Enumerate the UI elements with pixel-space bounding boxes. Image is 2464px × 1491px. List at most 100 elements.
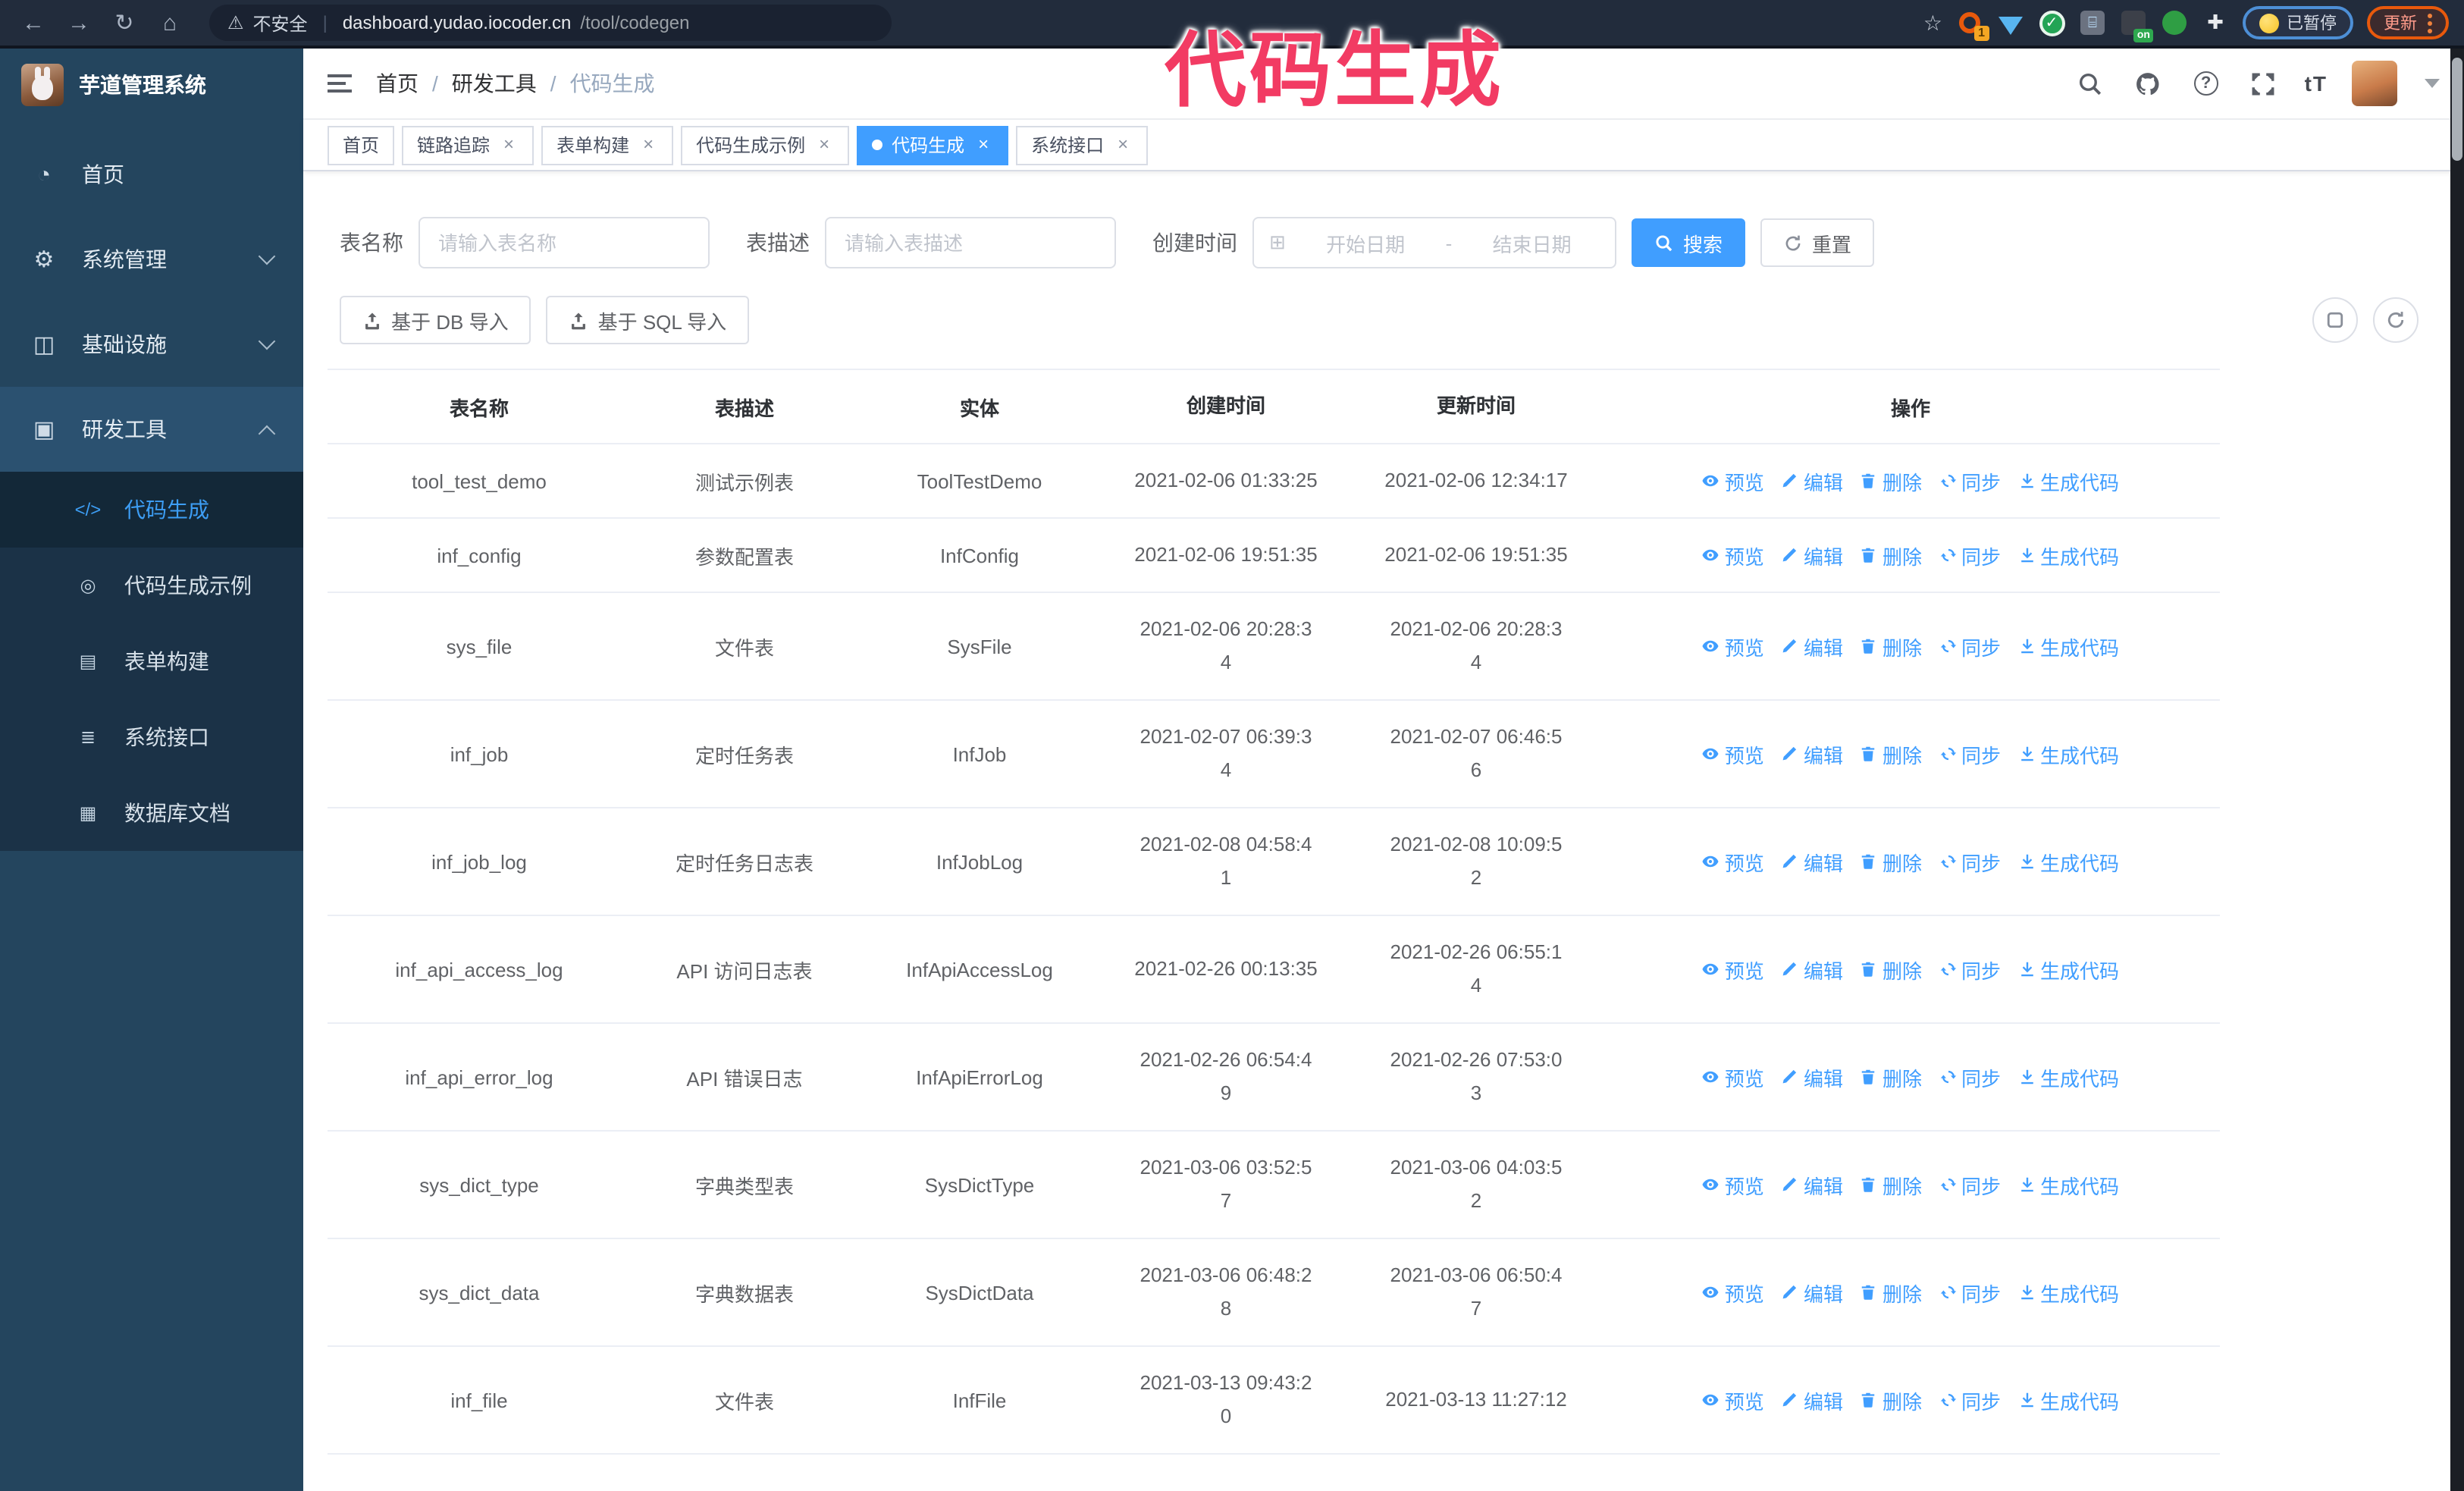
bookmark-star-icon[interactable]: ☆: [1923, 10, 1942, 36]
tab-trace[interactable]: 链路追踪 ×: [402, 125, 534, 165]
fullscreen-icon[interactable]: [2247, 67, 2281, 100]
row-action-sync[interactable]: 同步: [1939, 1386, 2001, 1414]
close-icon[interactable]: ×: [1113, 135, 1133, 155]
row-action-delete[interactable]: 删除: [1860, 1170, 1922, 1199]
table-desc-input[interactable]: [825, 217, 1116, 268]
row-action-delete[interactable]: 删除: [1860, 466, 1922, 495]
date-range-picker[interactable]: ⊞ 开始日期 - 结束日期: [1252, 217, 1616, 268]
row-action-edit[interactable]: 编辑: [1781, 1278, 1843, 1307]
db-import-button[interactable]: 基于 DB 导入: [340, 296, 531, 344]
close-icon[interactable]: ×: [814, 135, 834, 155]
row-action-generate[interactable]: 生成代码: [2017, 466, 2119, 495]
row-action-generate[interactable]: 生成代码: [2017, 1278, 2119, 1307]
row-action-preview[interactable]: 预览: [1702, 739, 1764, 768]
sidebar-item-home[interactable]: ◔ 首页: [0, 132, 303, 217]
avatar-dropdown-icon[interactable]: [2425, 79, 2440, 88]
refresh-icon[interactable]: [2373, 297, 2419, 343]
row-action-generate[interactable]: 生成代码: [2017, 739, 2119, 768]
paused-extension-pill[interactable]: 已暂停: [2243, 6, 2353, 39]
row-action-sync[interactable]: 同步: [1939, 466, 2001, 495]
browser-home-icon[interactable]: ⌂: [152, 5, 188, 41]
row-action-preview[interactable]: 预览: [1702, 632, 1764, 661]
search-button[interactable]: 搜索: [1632, 218, 1746, 267]
sidebar-item-codegen[interactable]: </> 代码生成: [0, 472, 303, 548]
breadcrumb-home[interactable]: 首页: [376, 68, 419, 99]
row-action-delete[interactable]: 删除: [1860, 1386, 1922, 1414]
row-action-sync[interactable]: 同步: [1939, 739, 2001, 768]
app-logo[interactable]: 芋道管理系统: [0, 49, 303, 120]
row-action-preview[interactable]: 预览: [1702, 1063, 1764, 1091]
row-action-generate[interactable]: 生成代码: [2017, 1386, 2119, 1414]
row-action-edit[interactable]: 编辑: [1781, 466, 1843, 495]
row-action-sync[interactable]: 同步: [1939, 1170, 2001, 1199]
table-name-input[interactable]: [419, 217, 710, 268]
font-size-icon[interactable]: tT: [2305, 71, 2328, 96]
row-action-sync[interactable]: 同步: [1939, 847, 2001, 876]
row-action-preview[interactable]: 预览: [1702, 847, 1764, 876]
row-action-sync[interactable]: 同步: [1939, 955, 2001, 984]
tab-home[interactable]: 首页: [328, 125, 395, 165]
address-bar[interactable]: ⚠ 不安全 | dashboard.yudao.iocoder.cn/tool/…: [209, 5, 892, 41]
row-action-preview[interactable]: 预览: [1702, 955, 1764, 984]
row-action-delete[interactable]: 删除: [1860, 1278, 1922, 1307]
toggle-search-icon[interactable]: [2312, 297, 2358, 343]
sidebar-item-system[interactable]: ⚙ 系统管理: [0, 217, 303, 302]
extension-columns-icon[interactable]: ⌸: [2079, 9, 2106, 36]
extension-check-icon[interactable]: ✓: [2038, 9, 2065, 36]
row-action-edit[interactable]: 编辑: [1781, 847, 1843, 876]
row-action-delete[interactable]: 删除: [1860, 632, 1922, 661]
breadcrumb-devtools[interactable]: 研发工具: [452, 68, 537, 99]
extension-frog-icon[interactable]: [2161, 9, 2188, 36]
tab-codegen[interactable]: 代码生成 ×: [857, 125, 1009, 165]
tab-system-api[interactable]: 系统接口 ×: [1016, 125, 1149, 165]
extension-orange-icon[interactable]: 1: [1956, 9, 1989, 41]
row-action-generate[interactable]: 生成代码: [2017, 955, 2119, 984]
extensions-puzzle-icon[interactable]: ✚: [2202, 9, 2229, 36]
row-action-edit[interactable]: 编辑: [1781, 1386, 1843, 1414]
row-action-edit[interactable]: 编辑: [1781, 955, 1843, 984]
close-icon[interactable]: ×: [638, 135, 658, 155]
row-action-preview[interactable]: 预览: [1702, 1278, 1764, 1307]
sql-import-button[interactable]: 基于 SQL 导入: [546, 296, 750, 344]
row-action-delete[interactable]: 删除: [1860, 739, 1922, 768]
sidebar-item-form-builder[interactable]: ▤ 表单构建: [0, 623, 303, 699]
row-action-preview[interactable]: 预览: [1702, 1170, 1764, 1199]
row-action-generate[interactable]: 生成代码: [2017, 541, 2119, 570]
github-icon[interactable]: [2132, 67, 2165, 100]
extension-on-icon[interactable]: on: [2120, 9, 2153, 42]
sidebar-item-codegen-example[interactable]: ◎ 代码生成示例: [0, 548, 303, 623]
close-icon[interactable]: ×: [499, 135, 519, 155]
reset-button[interactable]: 重置: [1760, 218, 1875, 267]
sidebar-item-system-api[interactable]: ≣ 系统接口: [0, 699, 303, 775]
row-action-delete[interactable]: 删除: [1860, 847, 1922, 876]
sidebar-collapse-icon[interactable]: [303, 48, 376, 119]
row-action-edit[interactable]: 编辑: [1781, 541, 1843, 570]
browser-reload-icon[interactable]: ↻: [106, 5, 143, 41]
row-action-sync[interactable]: 同步: [1939, 1063, 2001, 1091]
row-action-delete[interactable]: 删除: [1860, 541, 1922, 570]
sidebar-item-infra[interactable]: ◫ 基础设施: [0, 302, 303, 387]
browser-back-icon[interactable]: ←: [15, 5, 52, 41]
row-action-generate[interactable]: 生成代码: [2017, 1170, 2119, 1199]
browser-forward-icon[interactable]: →: [61, 5, 97, 41]
sidebar-item-devtools[interactable]: ▣ 研发工具: [0, 387, 303, 472]
update-button[interactable]: 更新: [2367, 6, 2449, 39]
row-action-preview[interactable]: 预览: [1702, 1386, 1764, 1414]
user-avatar[interactable]: [2352, 61, 2397, 106]
row-action-sync[interactable]: 同步: [1939, 1278, 2001, 1307]
close-icon[interactable]: ×: [973, 135, 993, 155]
row-action-preview[interactable]: 预览: [1702, 541, 1764, 570]
row-action-delete[interactable]: 删除: [1860, 955, 1922, 984]
row-action-generate[interactable]: 生成代码: [2017, 847, 2119, 876]
row-action-edit[interactable]: 编辑: [1781, 632, 1843, 661]
row-action-edit[interactable]: 编辑: [1781, 739, 1843, 768]
row-action-sync[interactable]: 同步: [1939, 632, 2001, 661]
row-action-edit[interactable]: 编辑: [1781, 1063, 1843, 1091]
search-icon[interactable]: [2074, 67, 2108, 100]
row-action-generate[interactable]: 生成代码: [2017, 1063, 2119, 1091]
help-icon[interactable]: ?: [2190, 67, 2223, 100]
browser-menu-dots-icon[interactable]: [2428, 13, 2432, 33]
scrollbar-track[interactable]: [2450, 49, 2464, 1491]
scrollbar-thumb[interactable]: [2452, 58, 2462, 161]
extension-gem-icon[interactable]: [1997, 9, 2024, 36]
